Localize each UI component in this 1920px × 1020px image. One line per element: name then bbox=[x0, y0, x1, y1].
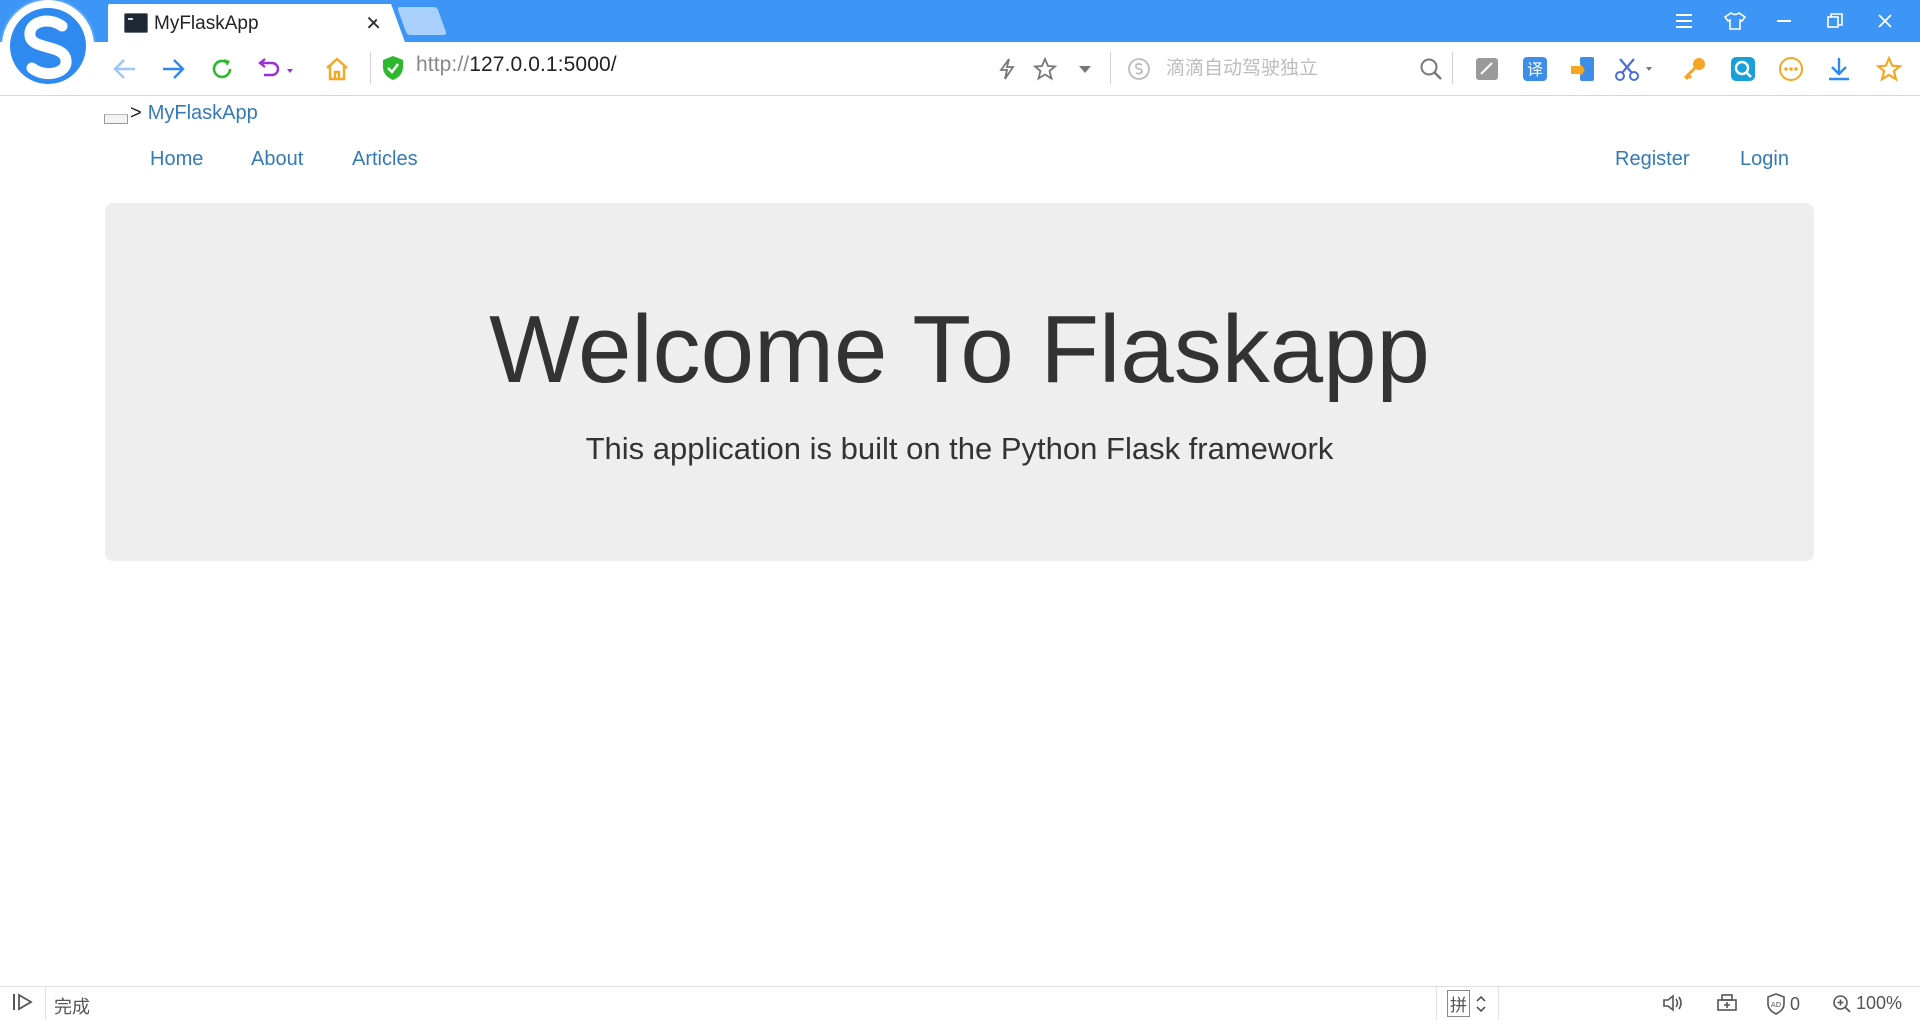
magnifier-icon[interactable] bbox=[1416, 54, 1446, 84]
close-icon[interactable] bbox=[1860, 8, 1910, 34]
phone-send-icon[interactable] bbox=[1568, 54, 1598, 84]
tab-close-icon[interactable]: ✕ bbox=[365, 11, 382, 36]
broken-image-icon bbox=[104, 113, 128, 124]
adblock-count: 0 bbox=[1790, 993, 1801, 1014]
scissors-icon[interactable] bbox=[1614, 54, 1654, 84]
terminal-favicon-icon bbox=[124, 13, 148, 33]
zoom-icon bbox=[1833, 994, 1851, 1013]
nav-link-home[interactable]: Home bbox=[150, 148, 203, 171]
download-icon[interactable] bbox=[1824, 54, 1854, 84]
qr-scan-icon[interactable] bbox=[1728, 54, 1758, 84]
tab-title: MyFlaskApp bbox=[154, 13, 259, 34]
browser-tab-active[interactable]: MyFlaskApp ✕ bbox=[108, 4, 388, 42]
ime-indicator[interactable]: 拼 bbox=[1436, 987, 1499, 1020]
forward-arrow-icon[interactable] bbox=[158, 54, 188, 84]
sogou-search-icon[interactable] bbox=[1124, 54, 1154, 84]
lightning-icon[interactable] bbox=[992, 54, 1022, 84]
minimize-icon[interactable] bbox=[1760, 8, 1810, 34]
nav-link-login[interactable]: Login bbox=[1740, 148, 1789, 171]
sidebar-toggle-icon[interactable] bbox=[12, 992, 34, 1012]
ime-switch-icon bbox=[1476, 995, 1486, 1012]
browser-toolbar: http://127.0.0.1:5000/ 译 bbox=[0, 42, 1920, 96]
screenshot-icon[interactable] bbox=[1472, 54, 1502, 84]
star-outline-icon[interactable] bbox=[1030, 54, 1060, 84]
refresh-icon[interactable] bbox=[207, 54, 237, 84]
shield-check-icon[interactable] bbox=[382, 55, 404, 81]
adblock-indicator[interactable]: AD 0 bbox=[1766, 993, 1800, 1015]
adblock-shield-icon: AD bbox=[1767, 993, 1785, 1015]
status-bar: 完成 拼 AD 0 100% bbox=[0, 986, 1920, 1020]
page-title: Welcome To Flaskapp bbox=[489, 296, 1430, 403]
more-icon[interactable] bbox=[1776, 54, 1806, 84]
status-text: 完成 bbox=[54, 997, 90, 1017]
svg-text:AD: AD bbox=[1771, 1001, 1781, 1009]
printer-icon[interactable] bbox=[1716, 993, 1738, 1013]
new-tab-button[interactable] bbox=[396, 7, 448, 35]
nav-link-articles[interactable]: Articles bbox=[352, 148, 418, 171]
search-input[interactable] bbox=[1164, 54, 1398, 84]
url-scheme: http:// bbox=[416, 53, 470, 76]
page-content: > MyFlaskApp Home About Articles Registe… bbox=[0, 96, 1920, 986]
ime-label: 拼 bbox=[1447, 990, 1470, 1017]
zoom-indicator[interactable]: 100% bbox=[1832, 993, 1902, 1014]
translate-label: 译 bbox=[1527, 60, 1543, 79]
star-filled-icon[interactable] bbox=[1874, 54, 1904, 84]
nav-link-about[interactable]: About bbox=[251, 148, 303, 171]
address-bar-url[interactable]: http://127.0.0.1:5000/ bbox=[416, 53, 617, 77]
jumbotron: Welcome To Flaskapp This application is … bbox=[105, 203, 1814, 561]
nav-link-register[interactable]: Register bbox=[1615, 148, 1689, 171]
navbar: Home About Articles Register Login bbox=[104, 142, 1814, 178]
skin-shirt-icon[interactable] bbox=[1710, 8, 1760, 34]
translate-icon[interactable]: 译 bbox=[1520, 54, 1550, 84]
url-host: 127.0.0.1:5000/ bbox=[469, 53, 617, 76]
brand-prefix: > bbox=[130, 102, 142, 124]
back-arrow-icon[interactable] bbox=[110, 54, 140, 84]
undo-close-icon[interactable] bbox=[256, 54, 296, 84]
brand-link[interactable]: MyFlaskApp bbox=[148, 102, 258, 125]
chevron-down-icon[interactable] bbox=[1070, 54, 1100, 84]
menu-icon[interactable] bbox=[1660, 8, 1710, 34]
browser-titlebar: MyFlaskApp ✕ bbox=[0, 0, 1920, 42]
key-icon[interactable] bbox=[1680, 54, 1710, 84]
speaker-icon[interactable] bbox=[1662, 993, 1684, 1013]
home-icon[interactable] bbox=[322, 54, 352, 84]
browser-logo-icon[interactable] bbox=[2, 0, 94, 92]
restore-icon[interactable] bbox=[1810, 8, 1860, 34]
navbar-brand: > MyFlaskApp bbox=[104, 102, 258, 125]
page-subtitle: This application is built on the Python … bbox=[585, 431, 1334, 466]
zoom-level: 100% bbox=[1856, 993, 1903, 1013]
window-controls bbox=[1660, 8, 1910, 34]
